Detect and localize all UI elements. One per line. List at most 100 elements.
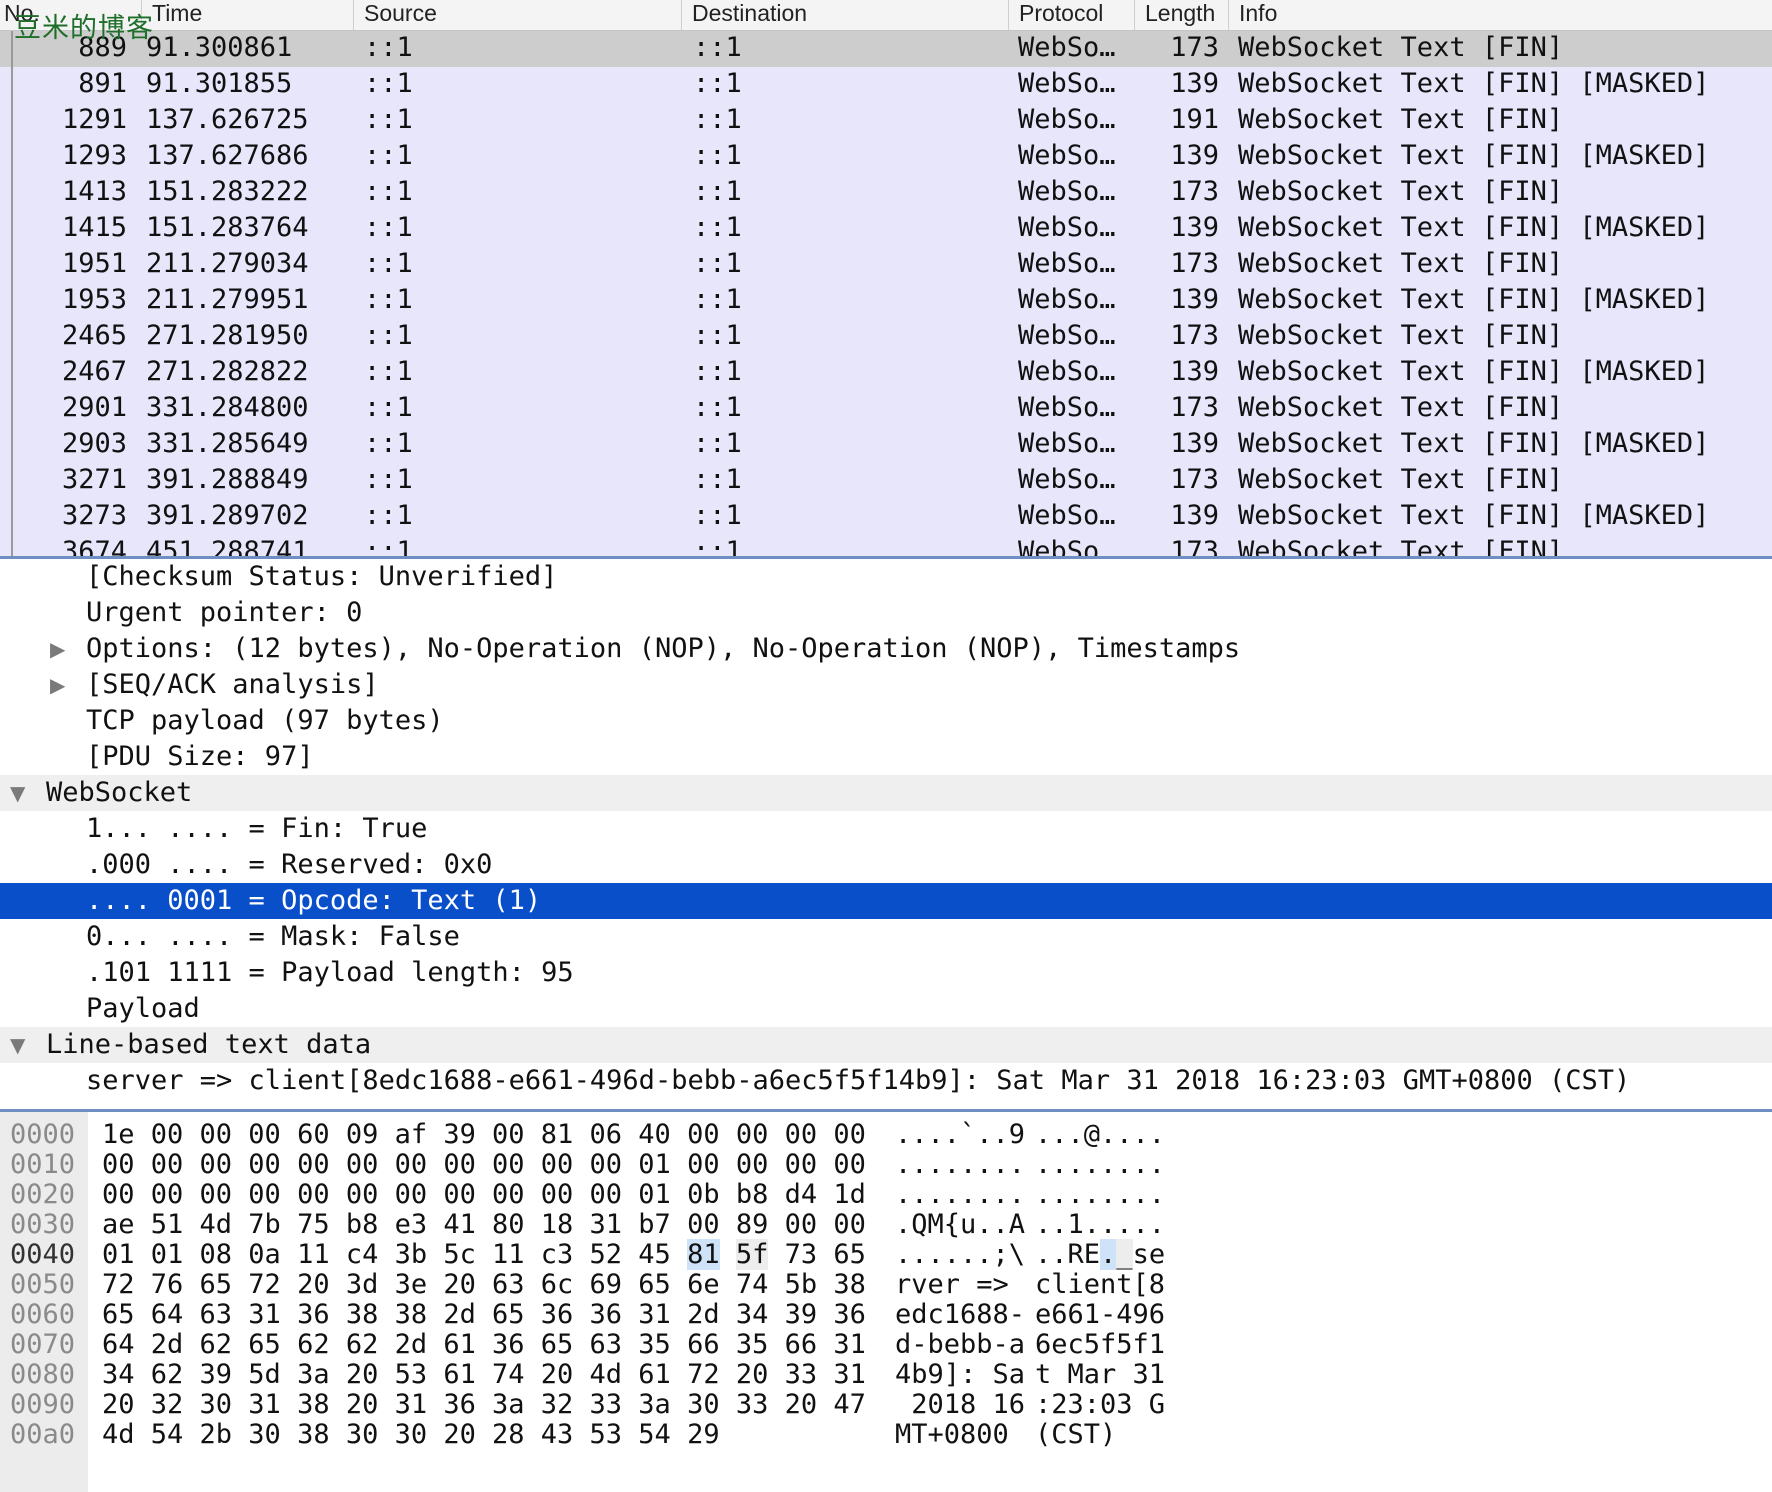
packet-row[interactable]: 3273 391.289702::1::1 WebSo… 139 WebSocket T… — [0, 499, 1772, 535]
ascii-bytes[interactable]: ..RE._se — [1035, 1239, 1165, 1270]
column-time[interactable]: Time — [141, 0, 353, 30]
ascii-bytes[interactable]: client[8 — [1035, 1270, 1165, 1300]
packet-bytes-pane[interactable]: 0000 1e 00 00 00 60 09 af 39 00 81 06 40 0… — [0, 1112, 1772, 1492]
packet-row[interactable]: 1951 211.279034::1::1 WebSo… 173 WebSocket T… — [0, 247, 1772, 283]
packet-row[interactable]: 889 91.300861::1::1 WebSo… 173 WebSocket Tex… — [0, 31, 1772, 67]
ascii-bytes[interactable]: ........ — [895, 1180, 1025, 1210]
tree-section[interactable]: ▼ WebSocket — [0, 775, 1772, 811]
collapsed-triangle-icon[interactable]: ▶ — [50, 667, 65, 703]
tree-item[interactable]: Payload — [0, 991, 1772, 1027]
hex-bytes[interactable]: 00 00 00 01 0b b8 d4 1d — [492, 1180, 866, 1210]
tree-item[interactable]: Urgent pointer: 0 — [0, 595, 1772, 631]
tree-item[interactable]: ▶ [SEQ/ACK analysis] — [0, 667, 1772, 703]
packet-destination: ::1 — [693, 320, 742, 351]
ascii-bytes[interactable]: rver => — [895, 1270, 1025, 1300]
hex-bytes[interactable]: 00 00 00 00 00 00 00 00 — [102, 1150, 476, 1180]
hex-bytes[interactable]: 11 c3 52 45 81 5f 73 65 — [492, 1239, 866, 1270]
tree-item[interactable]: [Checksum Status: Unverified] — [0, 559, 1772, 595]
packet-time: 151.283764 — [146, 212, 309, 243]
hex-offset: 0040 — [10, 1239, 76, 1270]
hex-bytes[interactable]: 1e 00 00 00 60 09 af 39 — [102, 1120, 476, 1150]
packet-row[interactable]: 1291 137.626725::1::1 WebSo… 191 WebSocket T… — [0, 103, 1772, 139]
ascii-bytes[interactable]: :23:03 G — [1035, 1390, 1165, 1420]
column-source[interactable]: Source — [353, 0, 681, 30]
packet-row[interactable]: 1413 151.283222::1::1 WebSo… 173 WebSocket T… — [0, 175, 1772, 211]
packet-row[interactable]: 3271 391.288849::1::1 WebSo… 173 WebSocket T… — [0, 463, 1772, 499]
tree-item[interactable]: ▶ Options: (12 bytes), No-Operation (NOP)… — [0, 631, 1772, 667]
hex-row: 0030 ae 51 4d 7b 75 b8 e3 41 80 18 31 b7 0… — [0, 1210, 1772, 1240]
hex-bytes[interactable]: 65 64 63 31 36 38 38 2d — [102, 1300, 476, 1330]
hex-bytes[interactable]: ae 51 4d 7b 75 b8 e3 41 — [102, 1210, 476, 1240]
hex-bytes[interactable]: 74 20 4d 61 72 20 33 31 — [492, 1360, 866, 1390]
ascii-bytes[interactable]: (CST) — [1035, 1420, 1116, 1450]
hex-bytes[interactable]: 80 18 31 b7 00 89 00 00 — [492, 1210, 866, 1240]
packet-source: ::1 — [364, 320, 413, 351]
packet-row[interactable]: 2903 331.285649::1::1 WebSo… 139 WebSocket T… — [0, 427, 1772, 463]
ascii-bytes[interactable]: edc1688- — [895, 1300, 1025, 1330]
hex-bytes[interactable]: 36 65 63 35 66 35 66 31 — [492, 1330, 866, 1360]
tree-item[interactable]: 0... .... = Mask: False — [0, 919, 1772, 955]
tree-item[interactable]: TCP payload (97 bytes) — [0, 703, 1772, 739]
ascii-bytes[interactable]: ...@.... — [1035, 1120, 1165, 1150]
tree-item[interactable]: .000 .... = Reserved: 0x0 — [0, 847, 1772, 883]
ascii-bytes[interactable]: 6ec5f5f1 — [1035, 1330, 1165, 1360]
packet-details-pane[interactable]: [Checksum Status: Unverified] Urgent poin… — [0, 559, 1772, 1110]
packet-row[interactable]: 2465 271.281950::1::1 WebSo… 173 WebSocket T… — [0, 319, 1772, 355]
packet-row[interactable]: 1415 151.283764::1::1 WebSo… 139 WebSocket T… — [0, 211, 1772, 247]
column-destination[interactable]: Destination — [681, 0, 1008, 30]
ascii-bytes[interactable]: ..1..... — [1035, 1210, 1165, 1240]
packet-row[interactable]: 891 91.301855::1::1 WebSo… 139 WebSocket Tex… — [0, 67, 1772, 103]
ascii-bytes[interactable]: d-bebb-a — [895, 1330, 1025, 1360]
hex-bytes[interactable]: 3a 32 33 3a 30 33 20 47 — [492, 1390, 866, 1420]
hex-bytes[interactable]: 01 01 08 0a 11 c4 3b 5c — [102, 1240, 476, 1270]
ascii-bytes[interactable]: ....`..9 — [895, 1120, 1025, 1150]
hex-bytes[interactable]: 64 2d 62 65 62 62 2d 61 — [102, 1330, 476, 1360]
ascii-bytes[interactable]: ........ — [895, 1150, 1025, 1180]
column-info[interactable]: Info — [1228, 0, 1772, 30]
ascii-bytes[interactable]: .QM{u..A — [895, 1210, 1025, 1240]
hex-bytes[interactable]: 00 81 06 40 00 00 00 00 — [492, 1120, 866, 1150]
hex-bytes[interactable]: 34 62 39 5d 3a 20 53 61 — [102, 1360, 476, 1390]
packet-row[interactable]: 2901 331.284800::1::1 WebSo… 173 WebSocket T… — [0, 391, 1772, 427]
hex-bytes[interactable]: 28 43 53 54 29 — [492, 1420, 720, 1450]
column-length[interactable]: Length — [1134, 0, 1228, 30]
tree-item[interactable]: [PDU Size: 97] — [0, 739, 1772, 775]
packet-length: 139 — [1170, 356, 1219, 387]
packet-list[interactable]: No. Time Source Destination Protocol Len… — [0, 0, 1772, 558]
tree-item[interactable]: .... 0001 = Opcode: Text (1) — [0, 883, 1772, 919]
packet-row[interactable]: 1293 137.627686::1::1 WebSo… 139 WebSocket T… — [0, 139, 1772, 175]
packet-destination: ::1 — [693, 536, 742, 558]
packet-row[interactable]: 1953 211.279951::1::1 WebSo… 139 WebSocket T… — [0, 283, 1772, 319]
packet-row[interactable]: 2467 271.282822::1::1 WebSo… 139 WebSocket T… — [0, 355, 1772, 391]
packet-length: 139 — [1170, 212, 1219, 243]
column-protocol[interactable]: Protocol — [1008, 0, 1134, 30]
ascii-bytes[interactable]: ........ — [1035, 1180, 1165, 1210]
ascii-bytes[interactable]: t Mar 31 — [1035, 1360, 1165, 1390]
tree-section[interactable]: ▼ Line-based text data — [0, 1027, 1772, 1063]
collapsed-triangle-icon[interactable]: ▶ — [50, 631, 65, 667]
packet-protocol: WebSo… — [1018, 176, 1116, 207]
ascii-bytes[interactable]: e661-496 — [1035, 1300, 1165, 1330]
hex-bytes[interactable]: 72 76 65 72 20 3d 3e 20 — [102, 1270, 476, 1300]
tree-item-label: [SEQ/ACK analysis] — [86, 669, 379, 700]
hex-bytes[interactable]: 00 00 00 00 00 00 00 00 — [102, 1180, 476, 1210]
expanded-triangle-icon[interactable]: ▼ — [10, 1027, 25, 1063]
ascii-bytes[interactable]: 2018 16 — [895, 1390, 1025, 1420]
hex-bytes[interactable]: 20 32 30 31 38 20 31 36 — [102, 1390, 476, 1420]
packet-time: 151.283222 — [146, 176, 309, 207]
ascii-bytes[interactable]: MT+0800 — [895, 1420, 1025, 1450]
tree-item[interactable]: .101 1111 = Payload length: 95 — [0, 955, 1772, 991]
expanded-triangle-icon[interactable]: ▼ — [10, 775, 25, 811]
ascii-bytes[interactable]: ......;\ — [895, 1240, 1025, 1270]
ascii-bytes[interactable]: 4b9]: Sa — [895, 1360, 1025, 1390]
tree-item[interactable]: 1... .... = Fin: True — [0, 811, 1772, 847]
packet-row[interactable]: 3674 451.288741::1::1 WebSo… 173 WebSocket T… — [0, 535, 1772, 558]
hex-bytes[interactable]: 65 36 36 31 2d 34 39 36 — [492, 1300, 866, 1330]
packet-no: 1951 — [61, 248, 127, 279]
hex-bytes[interactable]: 00 00 00 01 00 00 00 00 — [492, 1150, 866, 1180]
tree-item[interactable]: server => client[8edc1688-e661-496d-bebb… — [0, 1063, 1772, 1099]
hex-bytes[interactable]: 4d 54 2b 30 38 30 30 20 — [102, 1420, 476, 1450]
hex-bytes[interactable]: 63 6c 69 65 6e 74 5b 38 — [492, 1270, 866, 1300]
packet-length: 173 — [1170, 464, 1219, 495]
ascii-bytes[interactable]: ........ — [1035, 1150, 1165, 1180]
